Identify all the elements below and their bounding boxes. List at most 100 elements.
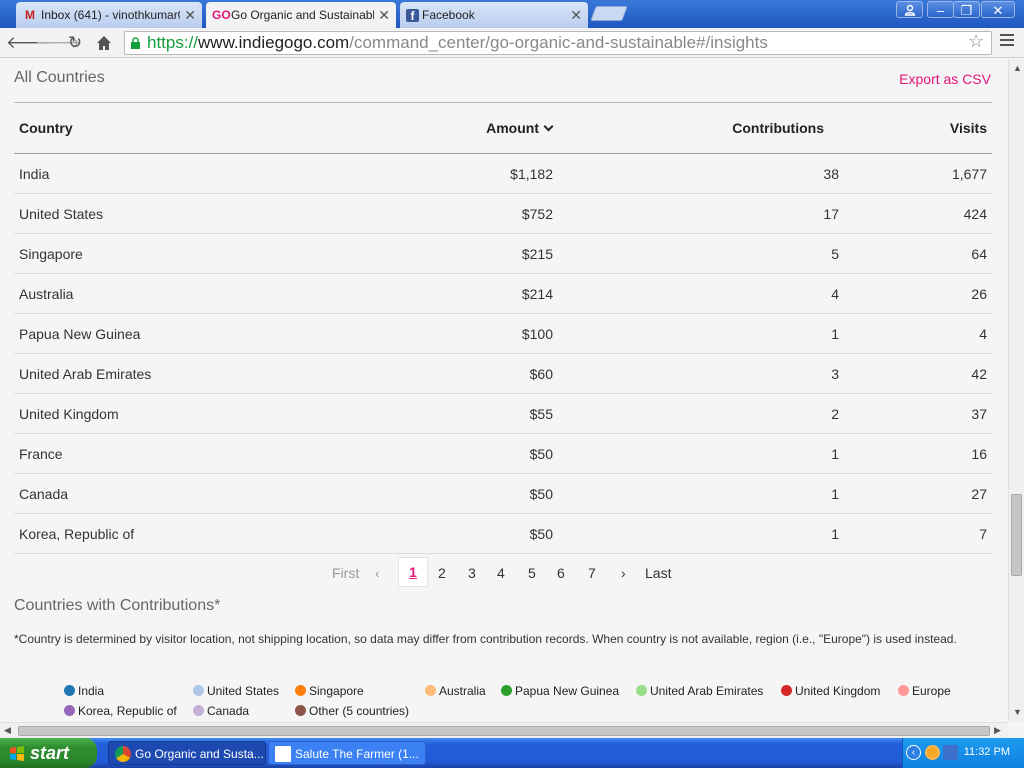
pagination-page[interactable]: 4 (497, 565, 505, 581)
close-tab-icon[interactable]: ✕ (378, 7, 390, 24)
scroll-up-icon[interactable]: ▲ (1013, 63, 1022, 73)
show-hidden-icons-icon[interactable]: ‹ (906, 745, 921, 760)
legend-item: Papua New Guinea (501, 684, 619, 698)
table-row: United Kingdom $55 2 37 (14, 394, 992, 434)
chevron-down-icon (543, 121, 554, 132)
forward-arrow-icon[interactable]: 🡒 (35, 32, 81, 54)
cell-country: Korea, Republic of (19, 526, 135, 542)
close-icon[interactable]: ✕ (981, 1, 1015, 18)
cell-contributions: 5 (831, 246, 839, 262)
table-body: India $1,182 38 1,677 United States $752 17 424… (14, 154, 992, 554)
tab-gmail-inbox[interactable]: M Inbox (641) - vinothkumar00 ✕ (16, 2, 202, 28)
table-row: United States $752 17 424 (14, 194, 992, 234)
legend-label: Papua New Guinea (515, 684, 620, 698)
menu-icon[interactable] (1000, 34, 1014, 49)
cell-amount: $1,182 (510, 166, 553, 182)
back-arrow-icon[interactable]: 🡐 (6, 32, 52, 54)
new-tab-button[interactable] (590, 6, 628, 21)
browser-tab-strip: M Inbox (641) - vinothkumar00 ✕ GO Go Or… (0, 0, 1024, 28)
table-row: France $50 1 16 (14, 434, 992, 474)
cell-country: Singapore (19, 246, 83, 262)
legend-label: United Arab Emirates (650, 684, 764, 698)
table-row: Korea, Republic of $50 1 7 (14, 514, 992, 554)
legend-swatch (193, 685, 204, 696)
taskbar-item-browser[interactable]: Go Organic and Susta... (108, 741, 266, 765)
pagination-page[interactable]: 6 (557, 565, 565, 581)
section-title: All Countries (14, 69, 105, 86)
cell-contributions: 38 (823, 166, 839, 182)
restore-icon[interactable]: ❐ (953, 1, 980, 18)
facebook-icon: f (406, 8, 419, 23)
tab-facebook[interactable]: f Facebook ✕ (400, 2, 588, 28)
header-amount[interactable]: Amount (486, 120, 554, 136)
close-tab-icon[interactable]: ✕ (184, 7, 196, 24)
clock: 11:32 PM (963, 746, 1010, 758)
legend-item: Australia (425, 684, 486, 698)
cell-amount: $214 (521, 286, 553, 302)
cell-visits: 424 (963, 206, 987, 222)
tab-go-organic[interactable]: GO Go Organic and Sustainable ! ✕ (206, 2, 396, 28)
cell-contributions: 17 (823, 206, 839, 222)
legend-label: Other (5 countries) (309, 704, 410, 718)
legend-swatch (425, 685, 436, 696)
taskbar-item-word[interactable]: Salute The Farmer (1... (268, 741, 426, 765)
gmail-icon: M (25, 8, 35, 22)
pagination-page-current[interactable]: 1 (398, 557, 428, 587)
vertical-scroll-thumb[interactable] (1011, 494, 1022, 576)
cell-amount: $215 (521, 246, 553, 262)
header-visits[interactable]: Visits (950, 120, 987, 136)
header-amount-label: Amount (486, 120, 539, 136)
home-icon[interactable] (93, 32, 115, 54)
bookmark-star-icon[interactable]: ☆ (968, 31, 984, 52)
header-country[interactable]: Country (19, 120, 73, 136)
legend-label: Singapore (309, 684, 364, 698)
legend-swatch (295, 705, 306, 716)
close-tab-icon[interactable]: ✕ (570, 7, 582, 24)
pagination-page[interactable]: 5 (528, 565, 536, 581)
legend-item: Singapore (295, 684, 364, 698)
cell-country: United States (19, 206, 104, 222)
cell-country: France (19, 446, 63, 462)
cell-amount: $752 (521, 206, 553, 222)
address-bar[interactable]: https://www.indiegogo.com/command_center… (124, 31, 992, 55)
cell-visits: 27 (971, 486, 987, 502)
indiegogo-icon: GO (212, 8, 231, 22)
location-note: *Country is determined by visitor locati… (14, 632, 957, 646)
network-icon[interactable] (943, 745, 958, 760)
start-button[interactable]: start (0, 738, 97, 768)
scroll-right-icon[interactable]: ▶ (994, 725, 1001, 736)
cell-country: India (19, 166, 50, 182)
pagination-page[interactable]: 2 (438, 565, 446, 581)
reload-icon[interactable]: ↻ (64, 32, 86, 54)
pagination-prev[interactable]: ‹ (375, 565, 380, 581)
cell-contributions: 2 (831, 406, 839, 422)
legend-swatch (64, 705, 75, 716)
user-icon[interactable] (896, 1, 923, 18)
url-path: /command_center/go-organic-and-sustainab… (349, 33, 768, 52)
pagination-first[interactable]: First (332, 565, 359, 581)
table-row: India $1,182 38 1,677 (14, 154, 992, 194)
header-contributions[interactable]: Contributions (732, 120, 824, 136)
horizontal-scrollbar[interactable]: ◀ ▶ (0, 722, 1008, 738)
system-tray: ‹ 11:32 PM (902, 738, 1024, 768)
start-label: start (30, 743, 70, 763)
legend-swatch (64, 685, 75, 696)
pagination-last[interactable]: Last (645, 565, 671, 581)
scroll-left-icon[interactable]: ◀ (4, 725, 11, 736)
export-csv-link[interactable]: Export as CSV (899, 71, 991, 87)
vertical-scrollbar[interactable]: ▲ ▼ (1008, 59, 1024, 722)
tray-app-icon[interactable] (925, 745, 940, 760)
scroll-down-icon[interactable]: ▼ (1013, 707, 1022, 717)
cell-visits: 37 (971, 406, 987, 422)
table-header-row: Country Amount Contributions Visits (14, 102, 992, 154)
legend-item: India (64, 684, 104, 698)
pagination-next[interactable]: › (621, 565, 626, 581)
task-title: Salute The Farmer (1... (295, 747, 419, 761)
legend-item: Korea, Republic of (64, 704, 177, 718)
task-title: Go Organic and Susta... (135, 747, 264, 761)
pagination-page[interactable]: 7 (588, 565, 596, 581)
pagination-page[interactable]: 3 (468, 565, 476, 581)
cell-country: Papua New Guinea (19, 326, 141, 342)
minimize-icon[interactable]: – (927, 1, 954, 18)
horizontal-scroll-thumb[interactable] (18, 726, 990, 736)
